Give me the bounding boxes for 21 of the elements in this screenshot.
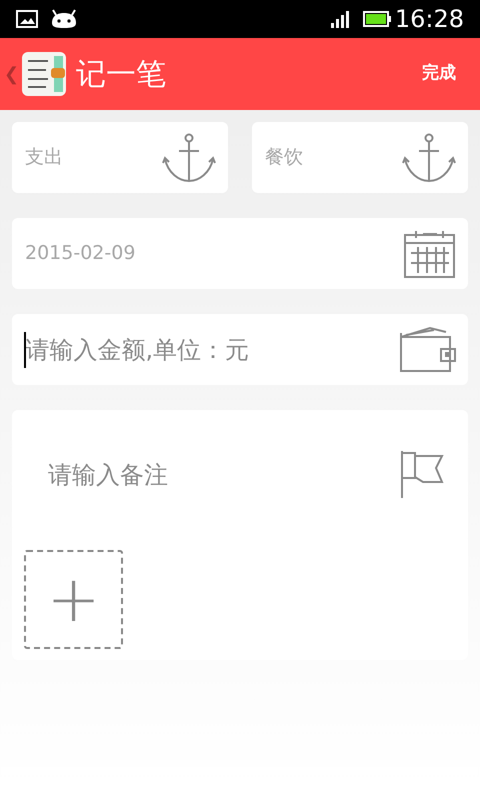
note-field[interactable]: 请输入备注 bbox=[48, 457, 348, 493]
flag-icon bbox=[400, 450, 444, 500]
add-photo-button[interactable]: + bbox=[24, 550, 123, 649]
category-selector[interactable]: 支出 bbox=[12, 122, 228, 193]
date-field[interactable]: 2015-02-09 bbox=[12, 218, 468, 289]
amount-field[interactable]: 请输入金额,单位：元 bbox=[12, 314, 468, 385]
calendar-icon bbox=[404, 228, 456, 278]
image-icon bbox=[16, 10, 38, 28]
anchor-icon bbox=[162, 132, 216, 182]
robot-icon bbox=[50, 9, 78, 29]
app-logo-icon bbox=[22, 52, 66, 96]
amount-input[interactable]: 请输入金额,单位：元 bbox=[26, 332, 386, 368]
wallet-icon bbox=[398, 324, 456, 374]
anchor-icon bbox=[402, 132, 456, 182]
done-button[interactable]: 完成 bbox=[422, 61, 456, 87]
battery-icon bbox=[362, 11, 391, 27]
clock: 16:28 bbox=[394, 7, 464, 31]
back-button[interactable]: ❮ bbox=[0, 60, 22, 88]
category-selector[interactable]: 餐饮 bbox=[252, 122, 468, 193]
page-title: 记一笔 bbox=[76, 56, 167, 94]
signal-icon bbox=[330, 10, 351, 28]
